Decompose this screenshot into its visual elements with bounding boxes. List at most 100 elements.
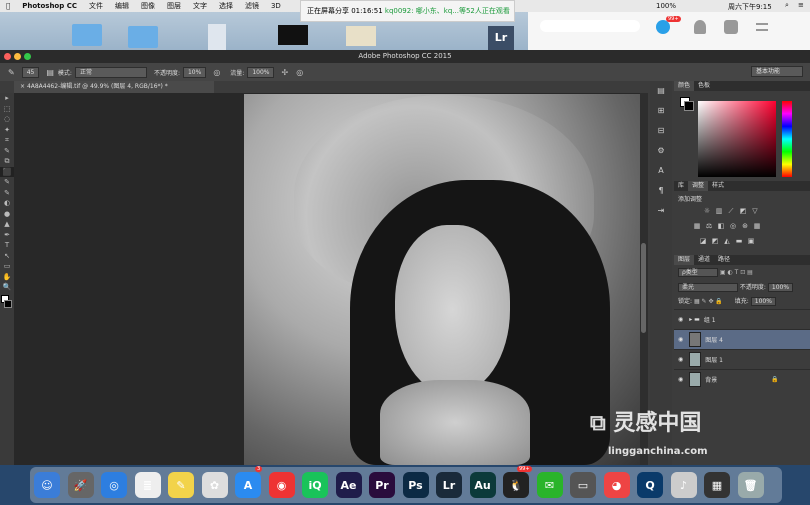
close-tab-icon[interactable]: × — [20, 83, 27, 90]
lightroom-preset-icon[interactable]: Lr — [488, 26, 514, 50]
character-icon[interactable]: A — [650, 161, 672, 181]
menu-image[interactable]: 图像 — [141, 1, 155, 11]
layer-opacity-input[interactable]: 100% — [767, 283, 794, 292]
menu-file[interactable]: 文件 — [89, 1, 103, 11]
layer-row[interactable]: ◉ 背景 🔒 — [674, 369, 810, 389]
launchpad-icon[interactable]: 🚀 — [67, 472, 94, 498]
menu-3d[interactable]: 3D — [271, 2, 281, 10]
invert-icon[interactable]: ◪ — [698, 237, 708, 245]
tab-paths[interactable]: 路径 — [714, 255, 734, 265]
move-tool-icon[interactable]: ▸ — [0, 93, 14, 104]
chat-search-input[interactable] — [540, 20, 640, 32]
opacity-input[interactable]: 10% — [182, 66, 207, 78]
folder-icon[interactable] — [72, 24, 102, 46]
channel-mixer-icon[interactable]: ⊛ — [740, 222, 750, 230]
layer-row[interactable]: ◉ ▸ ▬ 组 1 — [674, 309, 810, 329]
brush-tool-icon[interactable]: ⬛ — [0, 166, 14, 177]
finder-icon[interactable]: ☺ — [34, 472, 60, 498]
battery-level[interactable]: 100% — [656, 2, 676, 10]
tab-swatches[interactable]: 色板 — [694, 81, 714, 91]
threshold-icon[interactable]: ◭ — [722, 237, 732, 245]
wechat-icon[interactable]: ✉ — [536, 472, 563, 498]
workspace-select[interactable]: 基本功能 — [751, 66, 803, 77]
flow-input[interactable]: 100% — [247, 66, 275, 78]
brush-panel-icon[interactable]: ▤ — [46, 68, 54, 77]
brush-preset-icon[interactable]: ⚙ — [650, 141, 672, 161]
tab-adjustments[interactable]: 调整 — [688, 181, 709, 191]
zoom-button[interactable] — [24, 53, 31, 60]
layer-filter-select[interactable]: ρ类型 — [678, 268, 718, 277]
tool-preset-icon[interactable]: ⇥ — [650, 201, 672, 221]
blur-tool-icon[interactable]: ▲ — [0, 219, 14, 230]
menu-layer[interactable]: 图层 — [167, 1, 181, 11]
eye-icon[interactable]: ◉ — [678, 376, 683, 383]
file-thumbnail[interactable] — [278, 25, 308, 45]
eyedropper-icon[interactable]: ✎ — [0, 146, 14, 157]
shape-tool-icon[interactable]: ▭ — [0, 261, 14, 272]
hue-slider[interactable] — [782, 101, 792, 177]
itunes-icon[interactable]: ♪ — [670, 472, 697, 498]
tab-channels[interactable]: 通道 — [694, 255, 714, 265]
exposure-icon[interactable]: ◩ — [738, 207, 748, 215]
selective-color-icon[interactable]: ▣ — [746, 237, 756, 245]
eye-icon[interactable]: ◉ — [678, 336, 683, 343]
hand-tool-icon[interactable]: ✋ — [0, 272, 14, 283]
contacts-icon[interactable] — [694, 20, 706, 34]
healing-tool-icon[interactable]: ⧉ — [0, 156, 14, 167]
levels-icon[interactable]: ▥ — [714, 207, 724, 215]
lock-icons[interactable]: ▦ ✎ ✥ 🔒 — [694, 298, 723, 305]
list-icon[interactable]: ≡ — [798, 1, 804, 9]
reminders-icon[interactable]: ≣ — [134, 472, 161, 498]
hue-sat-icon[interactable]: ▦ — [692, 222, 702, 230]
qq-icon[interactable]: 🐧 — [503, 472, 529, 498]
pressure-opacity-icon[interactable]: ◎ — [213, 68, 220, 77]
menu-select[interactable]: 选择 — [219, 1, 233, 11]
eye-icon[interactable]: ◉ — [678, 316, 683, 323]
marquee-tool-icon[interactable]: ⬚ — [0, 104, 14, 115]
menu-type[interactable]: 文字 — [193, 1, 207, 11]
file-thumbnail[interactable] — [208, 24, 226, 50]
menu-edit[interactable]: 编辑 — [115, 1, 129, 11]
tab-layers[interactable]: 图层 — [674, 255, 695, 265]
curves-icon[interactable]: ⟋ — [726, 207, 736, 216]
color-swatches-icon[interactable] — [0, 293, 14, 311]
search-icon[interactable]: ⌕ — [785, 1, 789, 10]
layer-row[interactable]: ◉ 图层 4 — [674, 329, 810, 349]
properties-icon[interactable]: ⊞ — [650, 101, 672, 121]
tab-styles[interactable]: 样式 — [708, 181, 728, 191]
pen-tool-icon[interactable]: ✒ — [0, 230, 14, 241]
type-tool-icon[interactable]: T — [0, 240, 14, 251]
document-tab[interactable]: × 4A8A4462-编辑.tif @ 49.9% (图层 4, RGB/16*… — [14, 81, 214, 93]
color-balance-icon[interactable]: ⚖ — [704, 222, 714, 230]
media-icon[interactable]: ▦ — [704, 472, 730, 498]
menu-filter[interactable]: 滤镜 — [245, 1, 259, 11]
chat-icon[interactable] — [656, 20, 670, 34]
trash-icon[interactable]: 🗑 — [737, 472, 764, 498]
gradient-map-icon[interactable]: ▬ — [734, 237, 744, 245]
lightroom-icon[interactable]: Lr — [436, 472, 462, 498]
menu-app-name[interactable]: Photoshop CC — [22, 2, 77, 10]
brightness-icon[interactable]: ☼ — [702, 207, 712, 215]
background-color-icon[interactable] — [684, 101, 694, 111]
notes-icon[interactable]: ✎ — [168, 472, 194, 498]
photo-filter-icon[interactable]: ◎ — [728, 222, 738, 230]
screen-capture-icon[interactable]: ▭ — [570, 472, 596, 498]
premiere-icon[interactable]: Pr — [369, 472, 395, 498]
blend-mode-select[interactable]: 柔光 — [678, 283, 738, 292]
iqiyi-icon[interactable]: iQ — [302, 472, 328, 498]
paragraph-icon[interactable]: ¶ — [650, 181, 672, 201]
photos-icon[interactable]: ✿ — [201, 472, 228, 498]
after-effects-icon[interactable]: Ae — [335, 472, 362, 498]
minimize-button[interactable] — [14, 53, 21, 60]
appstore-icon[interactable]: A — [235, 472, 261, 498]
file-thumbnail[interactable] — [346, 26, 376, 46]
eye-icon[interactable]: ◉ — [678, 356, 683, 363]
airbrush-icon[interactable]: ✢ — [281, 68, 288, 77]
zoom-tool-icon[interactable]: 🔍 — [0, 282, 14, 293]
group-icon[interactable] — [724, 20, 738, 34]
apple-icon[interactable]:  — [6, 2, 10, 10]
history-icon[interactable]: ▤ — [650, 81, 672, 101]
brush-tool-icon[interactable]: ✎ — [8, 68, 15, 77]
safari-icon[interactable]: ◎ — [101, 472, 127, 498]
stamp-tool-icon[interactable]: ✎ — [0, 177, 14, 188]
